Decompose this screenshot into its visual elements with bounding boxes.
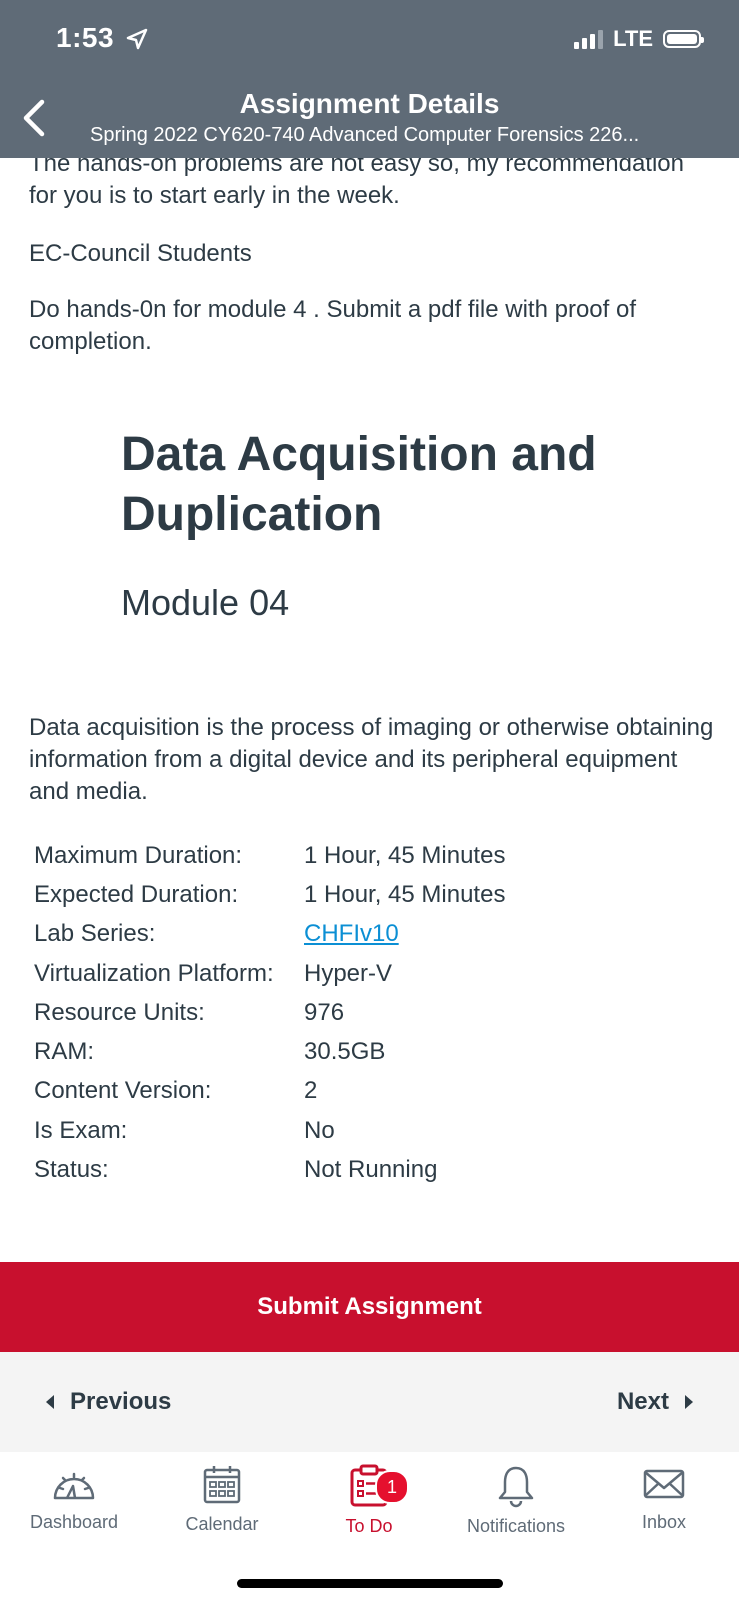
- status-time-text: 1:53: [56, 22, 115, 53]
- tab-label: Dashboard: [29, 1512, 119, 1532]
- tab-label: Calendar: [185, 1514, 259, 1534]
- description-paragraph: Data acquisition is the process of imagi…: [29, 714, 714, 805]
- module-number: Module 04: [121, 582, 290, 623]
- detail-row: Lab Series: CHFIv10: [34, 915, 505, 954]
- detail-row: Maximum Duration: 1 Hour, 45 Minutes: [34, 836, 505, 875]
- tab-label: Inbox: [641, 1512, 687, 1532]
- module-title: Data Acquisition and Duplication: [121, 428, 597, 541]
- bell-icon: [498, 1466, 534, 1508]
- detail-label: Maximum Duration:: [34, 841, 243, 869]
- mail-icon: [643, 1469, 685, 1499]
- todo-count-badge: 1: [375, 1470, 409, 1504]
- pager-bar: Previous Next: [0, 1352, 739, 1452]
- detail-label: Resource Units:: [34, 998, 205, 1026]
- tab-notifications[interactable]: Notifications: [446, 1464, 586, 1537]
- detail-row: Resource Units: 976: [34, 993, 505, 1032]
- detail-label: Lab Series:: [34, 920, 156, 948]
- detail-row: Expected Duration: 1 Hour, 45 Minutes: [34, 875, 505, 914]
- detail-value: 2: [304, 1077, 318, 1105]
- tab-inbox[interactable]: Inbox: [594, 1464, 734, 1533]
- next-button[interactable]: Next: [617, 1388, 695, 1416]
- status-indicators: LTE: [574, 26, 704, 52]
- detail-row: Status: Not Running: [34, 1150, 505, 1189]
- detail-label: Expected Duration:: [34, 880, 239, 908]
- detail-value: No: [304, 1116, 335, 1144]
- detail-value: Hyper-V: [304, 959, 393, 987]
- detail-label: Status:: [34, 1156, 109, 1184]
- page-title: Assignment Details: [239, 88, 500, 119]
- lab-series-link[interactable]: CHFIv10: [304, 920, 399, 948]
- dashboard-icon: [53, 1472, 95, 1500]
- group-paragraph: EC-Council Students: [29, 240, 252, 267]
- home-indicator[interactable]: [237, 1579, 503, 1588]
- lab-details-table: Maximum Duration: 1 Hour, 45 Minutes Exp…: [34, 836, 505, 1190]
- detail-row: RAM: 30.5GB: [34, 1032, 505, 1071]
- detail-value: Not Running: [304, 1156, 438, 1184]
- next-label: Next: [616, 1388, 669, 1415]
- tab-todo[interactable]: To Do 1: [299, 1464, 439, 1537]
- course-subtitle: Spring 2022 CY620-740 Advanced Computer …: [90, 124, 640, 146]
- detail-value: 1 Hour, 45 Minutes: [304, 841, 506, 869]
- detail-label: Content Version:: [34, 1077, 212, 1105]
- location-arrow-icon: [127, 28, 148, 50]
- triangle-right-icon: [685, 1395, 693, 1409]
- signal-icon: [574, 29, 604, 49]
- submit-assignment-button[interactable]: Submit Assignment: [0, 1262, 739, 1352]
- detail-label: Virtualization Platform:: [34, 959, 274, 987]
- detail-value: 30.5GB: [304, 1038, 386, 1066]
- tab-calendar[interactable]: Calendar: [152, 1464, 292, 1535]
- app-header: 1:53 LTE Assignment Details Spring 2022 …: [0, 0, 739, 158]
- tab-label: To Do: [345, 1516, 393, 1536]
- tab-dashboard[interactable]: Dashboard: [4, 1464, 144, 1533]
- detail-row: Content Version: 2: [34, 1072, 505, 1111]
- triangle-left-icon: [46, 1395, 54, 1409]
- detail-label: Is Exam:: [34, 1116, 128, 1144]
- detail-label: RAM:: [34, 1038, 94, 1066]
- detail-value: 976: [304, 998, 345, 1026]
- detail-value: 1 Hour, 45 Minutes: [304, 880, 506, 908]
- previous-button[interactable]: Previous: [44, 1388, 171, 1416]
- tab-label: Notifications: [466, 1516, 566, 1536]
- battery-icon: [663, 30, 704, 48]
- network-label: LTE: [613, 26, 653, 51]
- detail-row: Is Exam: No: [34, 1111, 505, 1150]
- detail-row: Virtualization Platform: Hyper-V: [34, 954, 505, 993]
- calendar-icon: [203, 1466, 241, 1504]
- instruction-paragraph: Do hands-0n for module 4 . Submit a pdf …: [29, 296, 636, 355]
- submit-label: Submit Assignment: [257, 1293, 482, 1320]
- tab-bar: Dashboard Calendar To Do 1 Notifications…: [0, 1452, 739, 1600]
- status-time: 1:53: [56, 22, 148, 54]
- previous-label: Previous: [70, 1388, 172, 1415]
